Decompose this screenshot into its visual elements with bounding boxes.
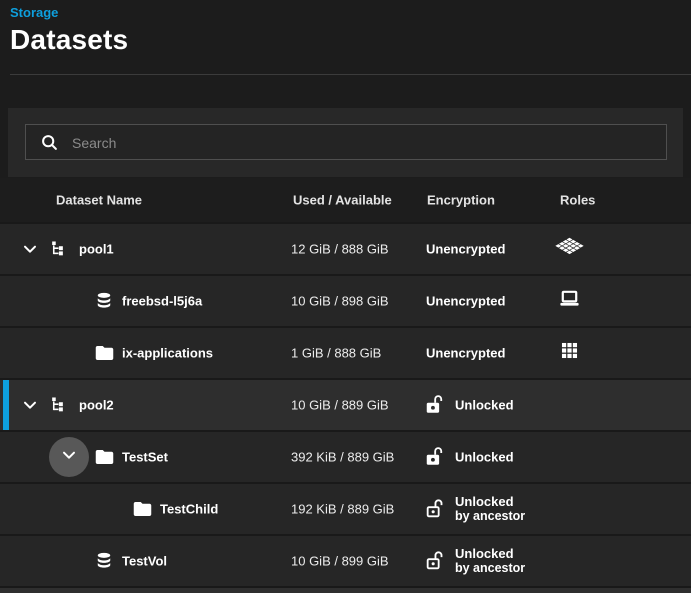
encryption-cell: Unlocked xyxy=(455,450,514,465)
encryption-cell: Unlockedby ancestor xyxy=(455,546,525,576)
pool-icon xyxy=(554,235,585,264)
search-icon xyxy=(39,132,60,153)
dataset-name: TestVol xyxy=(122,554,167,569)
selected-row-indicator xyxy=(3,380,9,430)
database-icon xyxy=(94,291,114,312)
lock-open-outline-icon xyxy=(424,498,446,521)
dataset-name: freebsd-l5j6a xyxy=(122,294,202,309)
dataset-name: pool2 xyxy=(79,398,114,413)
dataset-name: TestChild xyxy=(160,502,218,517)
table-header: Dataset Name Used / Available Encryption… xyxy=(0,178,691,222)
folder-icon xyxy=(94,343,115,364)
collapse-toggle-button[interactable] xyxy=(49,437,89,477)
title-divider xyxy=(10,74,691,75)
pool-tree-icon xyxy=(49,240,68,259)
roles-cell xyxy=(547,340,591,366)
lock-open-icon xyxy=(424,394,446,417)
dataset-name: ix-applications xyxy=(122,346,213,361)
column-header-encryption: Encryption xyxy=(427,193,495,208)
folder-icon xyxy=(132,499,153,520)
encryption-status: Unencrypted xyxy=(426,294,505,309)
dataset-row-TestSet[interactable]: TestSet 392 KiB / 889 GiB Unlocked xyxy=(0,430,691,482)
column-header-roles: Roles xyxy=(560,193,595,208)
encryption-cell: Unencrypted xyxy=(426,242,505,257)
encryption-status: Unlocked xyxy=(455,450,514,465)
page-title: Datasets xyxy=(10,24,128,56)
encryption-status: Unencrypted xyxy=(426,346,505,361)
dataset-row-freebsd-l5j6a[interactable]: freebsd-l5j6a 10 GiB / 898 GiB Unencrypted xyxy=(0,274,691,326)
encryption-status: Unlocked xyxy=(455,494,525,509)
dataset-row-TestChild[interactable]: TestChild 192 KiB / 889 GiB Unlockedby anc… xyxy=(0,482,691,534)
encryption-cell: Unlocked xyxy=(455,398,514,413)
roles-cell xyxy=(547,287,591,315)
encryption-status: Unlocked xyxy=(455,398,514,413)
used-available-value: 392 KiB / 889 GiB xyxy=(291,450,394,465)
encryption-status-detail: by ancestor xyxy=(455,561,525,576)
dataset-row-ix-applications[interactable]: ix-applications 1 GiB / 888 GiB Unencrypte… xyxy=(0,326,691,378)
encryption-cell: Unlockedby ancestor xyxy=(455,494,525,524)
folder-icon xyxy=(94,447,115,468)
roles-cell xyxy=(547,235,591,264)
breadcrumb-storage[interactable]: Storage xyxy=(10,5,58,20)
next-row-edge xyxy=(0,586,691,593)
pool-tree-icon xyxy=(49,396,68,415)
encryption-status-detail: by ancestor xyxy=(455,509,525,524)
column-header-dataset-name: Dataset Name xyxy=(56,193,142,208)
used-available-value: 12 GiB / 888 GiB xyxy=(291,242,389,257)
dataset-name: TestSet xyxy=(122,450,168,465)
dataset-name: pool1 xyxy=(79,242,114,257)
apps-grid-icon xyxy=(559,340,580,366)
lock-open-icon xyxy=(424,446,446,469)
encryption-status: Unlocked xyxy=(455,546,525,561)
search-box[interactable] xyxy=(25,124,667,160)
lock-open-outline-icon xyxy=(424,550,446,573)
chevron-down-icon[interactable] xyxy=(20,239,40,259)
encryption-cell: Unencrypted xyxy=(426,294,505,309)
dataset-row-pool2[interactable]: pool2 10 GiB / 889 GiB Unlocked xyxy=(0,378,691,430)
chevron-down-icon xyxy=(59,445,79,470)
dataset-row-pool1[interactable]: pool1 12 GiB / 888 GiB Unencrypted xyxy=(0,222,691,274)
search-input[interactable] xyxy=(70,125,660,161)
used-available-value: 1 GiB / 888 GiB xyxy=(291,346,381,361)
dataset-row-TestVol[interactable]: TestVol 10 GiB / 899 GiB Unlockedby ancest… xyxy=(0,534,691,586)
used-available-value: 10 GiB / 889 GiB xyxy=(291,398,389,413)
database-icon xyxy=(94,551,114,572)
encryption-status: Unencrypted xyxy=(426,242,505,257)
used-available-value: 192 KiB / 889 GiB xyxy=(291,502,394,517)
encryption-cell: Unencrypted xyxy=(426,346,505,361)
used-available-value: 10 GiB / 899 GiB xyxy=(291,554,389,569)
vm-laptop-icon xyxy=(557,287,582,315)
datasets-table: pool112 GiB / 888 GiBUnencryptedfreebsd-… xyxy=(0,222,691,586)
column-header-used-available: Used / Available xyxy=(293,193,392,208)
used-available-value: 10 GiB / 898 GiB xyxy=(291,294,389,309)
search-panel xyxy=(8,108,683,177)
chevron-down-icon[interactable] xyxy=(20,395,40,415)
